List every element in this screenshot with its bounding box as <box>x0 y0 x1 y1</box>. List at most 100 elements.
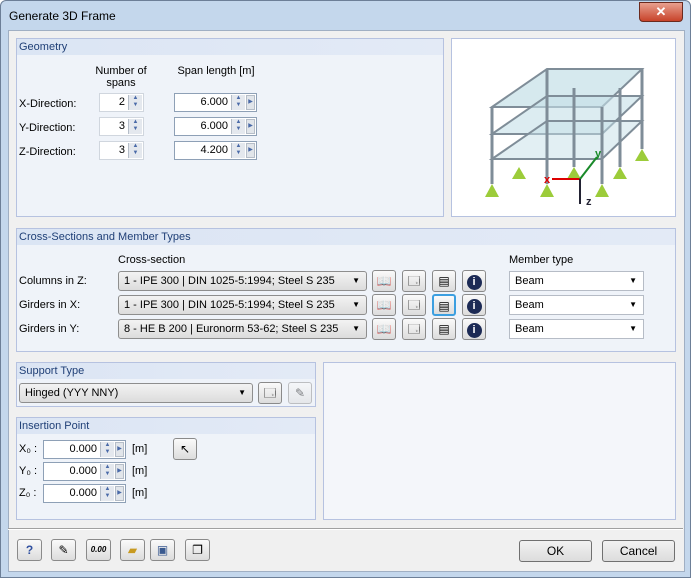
length-header: Span length [m] <box>177 65 255 77</box>
chevron-down-icon: ▼ <box>238 388 246 397</box>
chevron-down-icon: ▼ <box>629 276 637 285</box>
folder-icon: ▰ <box>127 543 138 557</box>
spin-arrows-icon[interactable]: ▲ ▼ <box>100 464 114 479</box>
cross-section-value: 1 - IPE 300 | DIN 1025-5:1994; Steel S 2… <box>124 275 335 287</box>
info-icon: i <box>466 275 482 290</box>
y-length-value: 6.000 <box>200 120 228 132</box>
cross-section-dropdown[interactable]: 1 - IPE 300 | DIN 1025-5:1994; Steel S 2… <box>118 295 367 315</box>
pick-point-button[interactable]: ↖ <box>173 438 197 460</box>
edit-section-icon: ▤ <box>438 299 450 313</box>
edit-section-button[interactable]: ▤ <box>432 270 456 292</box>
spin-arrows-icon[interactable]: ▲ ▼ <box>100 442 114 457</box>
x-spans-spinner[interactable]: 2 ▲ ▼ <box>99 93 144 112</box>
edit-section-button[interactable]: ▤ <box>432 294 456 316</box>
save-icon: ▣ <box>156 543 169 557</box>
z-axis-label: z <box>586 196 592 208</box>
save-button[interactable]: ▣ <box>150 539 175 561</box>
spin-arrows-icon[interactable]: ▲ ▼ <box>231 95 245 110</box>
expand-arrow-icon[interactable]: ▶ <box>246 119 255 134</box>
row-label: Girders in Y: <box>19 323 80 335</box>
insertion-spinner[interactable]: 0.000 ▲ ▼ ▶ <box>43 484 126 503</box>
new-window-icon: 🗔 <box>407 298 421 312</box>
y-axis-label: y <box>595 148 602 160</box>
insertion-label: Y₀ : <box>19 465 38 477</box>
cross-section-header: Cross-section <box>118 254 186 266</box>
library-button[interactable]: 📖 <box>372 270 396 292</box>
chevron-down-icon: ▼ <box>352 324 360 333</box>
info-button[interactable]: i <box>462 294 486 316</box>
info-icon: i <box>466 299 482 314</box>
export-button[interactable]: ❐ <box>185 539 210 561</box>
help-icon: ? <box>25 543 34 557</box>
book-icon: 📖 <box>376 298 392 312</box>
y-length-spinner[interactable]: 6.000 ▲ ▼ ▶ <box>174 117 257 136</box>
row-label: Girders in X: <box>19 299 81 311</box>
z-length-spinner[interactable]: 4.200 ▲ ▼ ▶ <box>174 141 257 160</box>
chevron-down-icon: ▼ <box>352 300 360 309</box>
chevron-down-icon: ▼ <box>629 324 637 333</box>
spin-arrows-icon[interactable]: ▲ ▼ <box>231 119 245 134</box>
footer-divider <box>8 528 683 530</box>
cross-sections-title: Cross-Sections and Member Types <box>17 229 675 245</box>
book-icon: 📖 <box>376 274 392 288</box>
expand-arrow-icon[interactable]: ▶ <box>115 442 124 457</box>
expand-arrow-icon[interactable]: ▶ <box>246 95 255 110</box>
z-spans-value: 3 <box>118 144 125 156</box>
edit-support-button[interactable]: ✎ <box>288 382 312 404</box>
expand-arrow-icon[interactable]: ▶ <box>115 486 124 501</box>
y-spans-spinner[interactable]: 3 ▲ ▼ <box>99 117 144 136</box>
x-axis-label: x <box>544 174 551 186</box>
chevron-down-icon: ▼ <box>352 276 360 285</box>
member-type-dropdown[interactable]: Beam ▼ <box>509 295 644 315</box>
book-icon: 📖 <box>376 322 392 336</box>
z-spans-spinner[interactable]: 3 ▲ ▼ <box>99 141 144 160</box>
support-type-dropdown[interactable]: Hinged (YYY NNY) ▼ <box>19 383 253 403</box>
edit-icon: ✎ <box>58 543 69 557</box>
spin-arrows-icon[interactable]: ▲ ▼ <box>231 143 245 158</box>
close-button[interactable]: ✕ <box>639 2 683 22</box>
cross-section-dropdown[interactable]: 1 - IPE 300 | DIN 1025-5:1994; Steel S 2… <box>118 271 367 291</box>
support-type-panel: Support Type Hinged (YYY NNY) ▼ 🗔 ✎ <box>16 362 316 407</box>
new-section-button[interactable]: 🗔 <box>402 294 426 316</box>
open-button[interactable]: ▰ <box>120 539 145 561</box>
frame-preview: x y z <box>451 38 676 217</box>
info-button[interactable]: i <box>462 318 486 340</box>
spans-header: Number of spans <box>95 65 147 89</box>
spin-arrows-icon[interactable]: ▲ ▼ <box>128 95 142 110</box>
units-button[interactable]: 0.00 <box>86 539 111 561</box>
spin-arrows-icon[interactable]: ▲ ▼ <box>128 119 142 134</box>
x-length-spinner[interactable]: 6.000 ▲ ▼ ▶ <box>174 93 257 112</box>
insertion-spinner[interactable]: 0.000 ▲ ▼ ▶ <box>43 462 126 481</box>
help-button[interactable]: ? <box>17 539 42 561</box>
y-spans-value: 3 <box>118 120 125 132</box>
library-button[interactable]: 📖 <box>372 294 396 316</box>
member-type-dropdown[interactable]: Beam ▼ <box>509 271 644 291</box>
insertion-value: 0.000 <box>69 487 97 499</box>
edit-section-button[interactable]: ▤ <box>432 318 456 340</box>
unit-label: [m] <box>132 443 148 455</box>
units-icon: 0.00 <box>90 545 107 554</box>
info-button[interactable]: i <box>462 270 486 292</box>
expand-arrow-icon[interactable]: ▶ <box>115 464 124 479</box>
new-window-icon: 🗔 <box>407 322 421 336</box>
new-support-button[interactable]: 🗔 <box>258 382 282 404</box>
expand-arrow-icon[interactable]: ▶ <box>246 143 255 158</box>
insertion-value: 0.000 <box>69 443 97 455</box>
cross-section-value: 8 - HE B 200 | Euronorm 53-62; Steel S 2… <box>124 323 339 335</box>
ok-button[interactable]: OK <box>519 540 592 562</box>
spin-arrows-icon[interactable]: ▲ ▼ <box>100 486 114 501</box>
new-section-button[interactable]: 🗔 <box>402 270 426 292</box>
new-section-button[interactable]: 🗔 <box>402 318 426 340</box>
insertion-value: 0.000 <box>69 465 97 477</box>
insertion-label: Z₀ : <box>19 487 37 499</box>
library-button[interactable]: 📖 <box>372 318 396 340</box>
insertion-point-panel: Insertion Point X₀ : 0.000 ▲ ▼ ▶ [m] Y₀ : 0.… <box>16 417 316 520</box>
geometry-panel: Geometry Number of spans Span length [m]… <box>16 38 444 217</box>
cancel-button[interactable]: Cancel <box>602 540 675 562</box>
member-type-dropdown[interactable]: Beam ▼ <box>509 319 644 339</box>
insertion-spinner[interactable]: 0.000 ▲ ▼ ▶ <box>43 440 126 459</box>
edit-button[interactable]: ✎ <box>51 539 76 561</box>
cross-section-dropdown[interactable]: 8 - HE B 200 | Euronorm 53-62; Steel S 2… <box>118 319 367 339</box>
spin-arrows-icon[interactable]: ▲ ▼ <box>128 143 142 158</box>
info-icon: i <box>466 323 482 338</box>
